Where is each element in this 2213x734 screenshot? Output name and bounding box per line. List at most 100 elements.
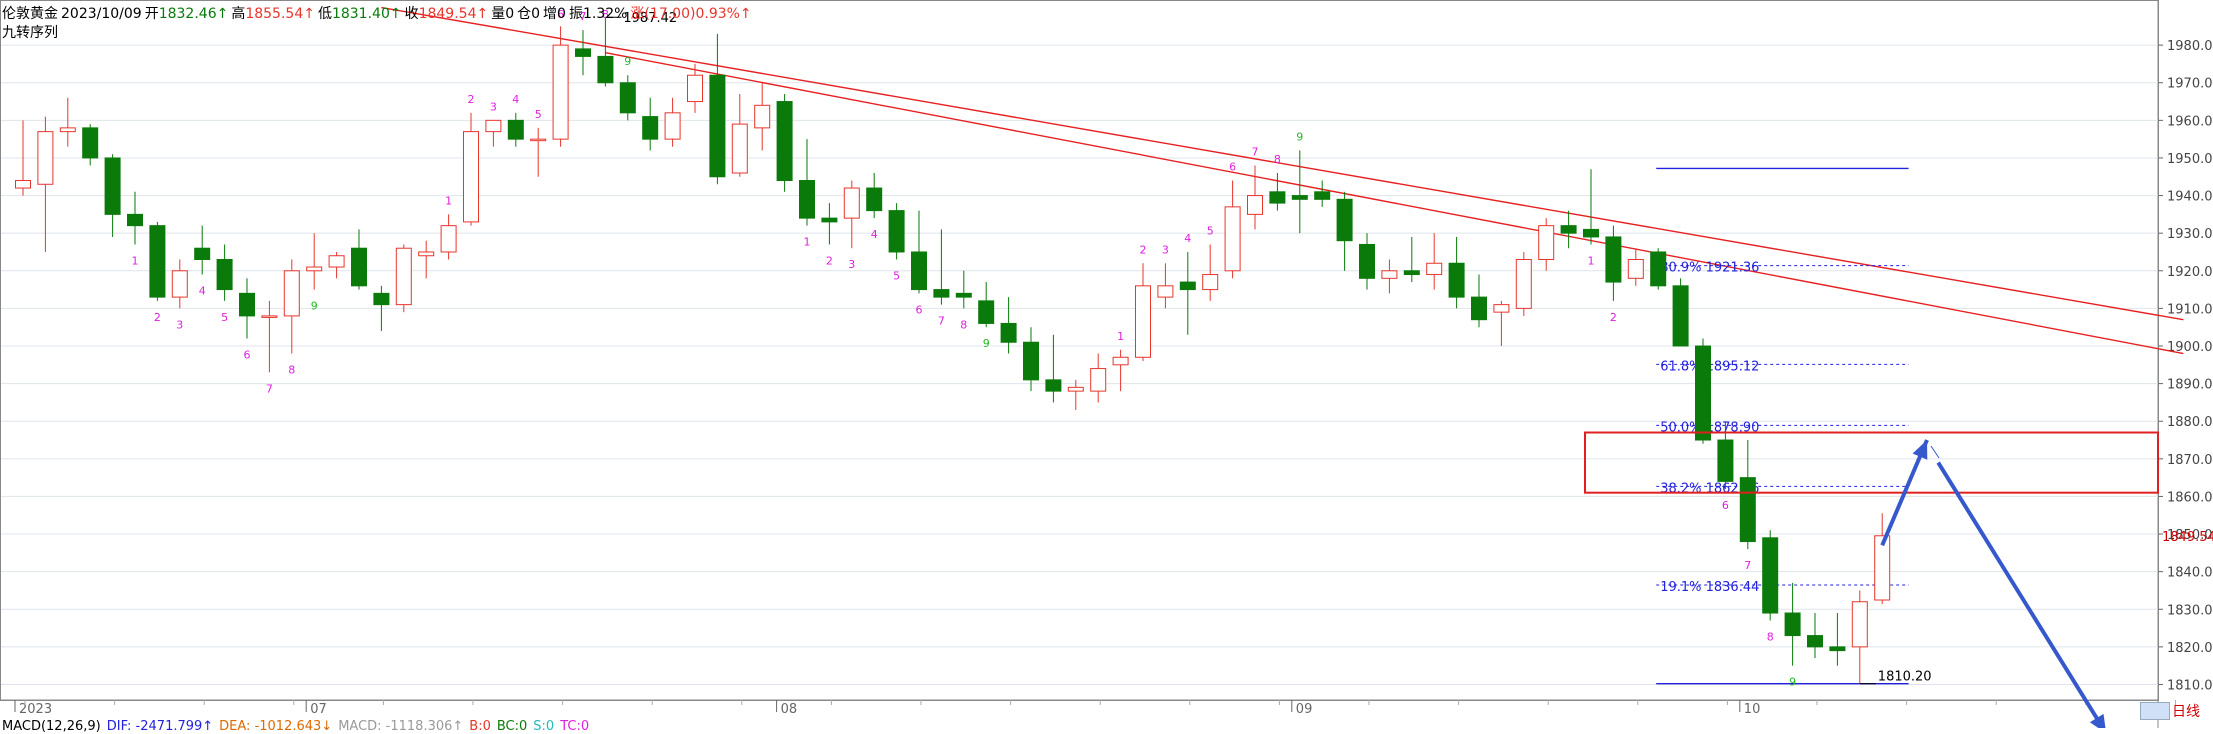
scroll-thumb[interactable] <box>2140 702 2170 720</box>
candle-body <box>306 266 323 272</box>
candle-body <box>1269 191 1286 204</box>
candle-body <box>1067 386 1084 392</box>
td-count: 8 <box>1274 153 1281 166</box>
y-tick-label: 1860.00 <box>2167 490 2213 505</box>
candle-body <box>843 187 860 219</box>
candle-body <box>1762 537 1779 614</box>
candle-body <box>1314 191 1331 200</box>
candle-body <box>530 138 547 142</box>
period-tab[interactable]: 日线 <box>2172 701 2200 721</box>
y-tick-label: 1900.00 <box>2167 340 2213 355</box>
x-tick-label: 09 <box>1296 702 1313 717</box>
candle-body <box>1807 635 1823 648</box>
td-count: 9 <box>1296 130 1303 143</box>
candle-body <box>1090 368 1107 392</box>
td-count: 6 <box>1722 499 1729 512</box>
td-count: 6 <box>1229 161 1236 174</box>
candle-body <box>754 104 771 129</box>
candle-body <box>1000 322 1017 343</box>
candle-body <box>1717 439 1734 482</box>
td-count: 2 <box>826 254 833 267</box>
candle-body <box>1851 601 1868 648</box>
projection-arrow-down <box>1936 461 2106 728</box>
candle-body <box>1179 281 1196 291</box>
td-count: 2 <box>1610 311 1617 324</box>
td-count: 7 <box>266 382 273 395</box>
projection-arrow-down-head <box>2089 713 2106 728</box>
td-count: 8 <box>960 318 967 331</box>
candle-body <box>1650 251 1667 287</box>
y-tick-label: 1820.00 <box>2167 641 2213 656</box>
y-tick-label: 1930.00 <box>2167 227 2213 242</box>
candlestick-chart[interactable]: 1810.001820.001830.001840.001850.001860.… <box>0 0 2213 728</box>
td-count: 3 <box>1162 243 1169 256</box>
td-count: 7 <box>1744 559 1751 572</box>
td-count: 7 <box>938 315 945 328</box>
macd-b: B:0 <box>469 719 491 734</box>
y-tick-label: 1880.00 <box>2167 415 2213 430</box>
td-count: 1 <box>804 236 811 249</box>
td-count: 9 <box>311 300 318 313</box>
candle-body <box>37 131 54 185</box>
candle-body <box>955 292 972 298</box>
candle-body <box>978 300 995 324</box>
y-tick-label: 1830.00 <box>2167 603 2213 618</box>
position: 仓0 <box>517 6 541 22</box>
candle-body <box>485 119 502 133</box>
candle-body <box>418 251 435 257</box>
candle-body <box>15 180 31 189</box>
candle-body <box>1784 612 1801 637</box>
increase: 增0 <box>543 6 566 22</box>
td-count: 4 <box>1184 232 1191 245</box>
candle-body <box>463 131 479 223</box>
candle-body <box>1739 477 1756 543</box>
td-count: 3 <box>848 258 855 271</box>
candle-body <box>1247 195 1263 215</box>
y-tick-label: 1960.00 <box>2167 114 2213 129</box>
candle-body <box>1045 379 1062 392</box>
td-count: 1 <box>1117 330 1124 343</box>
quote-date: 2023/10/09 <box>61 6 142 22</box>
candle-body <box>575 48 591 57</box>
fib-level-label: 19.1% 1836.44 <box>1660 580 1759 595</box>
td-count: 5 <box>535 108 542 121</box>
y-tick-label: 1910.00 <box>2167 302 2213 317</box>
macd-s: S:0 <box>533 719 555 734</box>
last-price-label: 1849.54 <box>2162 530 2213 545</box>
td-count: 9 <box>624 55 631 68</box>
plot-frame <box>0 0 2159 701</box>
low-value: 1831.40↑ <box>331 6 402 22</box>
close-label: 收 <box>404 6 419 22</box>
candle-body <box>82 127 99 159</box>
candle-body <box>149 225 166 298</box>
candle-body <box>1381 270 1398 279</box>
y-tick-label: 1890.00 <box>2167 378 2213 393</box>
candle-body <box>1336 198 1353 242</box>
candle-body <box>821 217 838 223</box>
y-tick-label: 1920.00 <box>2167 265 2213 280</box>
candle-body <box>1515 259 1532 309</box>
macd-dea: DEA: -1012.643↓ <box>219 719 333 734</box>
td-count: 5 <box>221 311 228 324</box>
high-value: 1855.54↑ <box>245 6 315 22</box>
low-label: 低 <box>317 6 332 22</box>
td-count: 2 <box>1140 243 1147 256</box>
td-count: 6 <box>244 348 251 361</box>
candle-body <box>866 187 883 212</box>
candle-body <box>888 210 905 253</box>
td-count: 8 <box>288 364 295 377</box>
candle-body <box>1829 646 1846 652</box>
candle-body <box>216 259 233 291</box>
candle-body <box>1157 285 1174 298</box>
candle-body <box>507 119 524 140</box>
td-count: 3 <box>490 100 497 113</box>
candle-body <box>194 247 211 261</box>
td-count: 2 <box>468 93 475 106</box>
candle-body <box>239 292 255 317</box>
td-count: 7 <box>1252 145 1259 158</box>
td-count: 4 <box>512 93 519 106</box>
candle-body <box>171 270 188 298</box>
candle-body <box>1426 262 1443 276</box>
y-tick-label: 1970.00 <box>2167 77 2213 92</box>
td-count: 3 <box>176 318 183 331</box>
